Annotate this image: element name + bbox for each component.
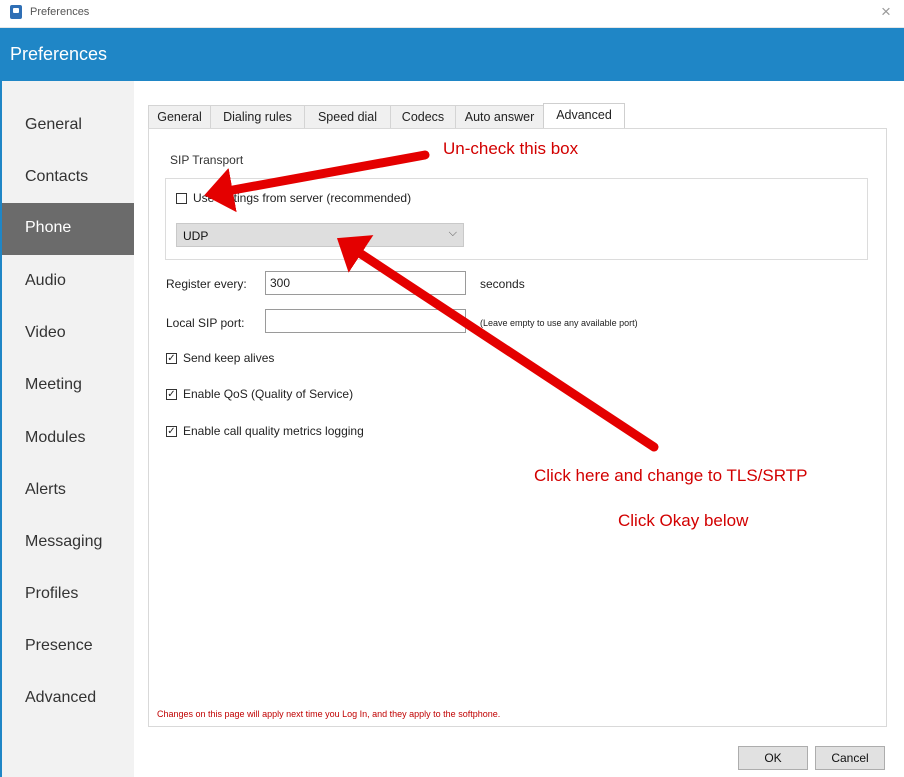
sidebar-item-label: Profiles [25, 585, 79, 602]
register-unit: seconds [480, 277, 525, 291]
call-quality-logging-checkbox[interactable]: ✓ [166, 426, 177, 437]
sidebar-item-general[interactable]: General [2, 100, 134, 152]
sidebar-item-modules[interactable]: Modules [2, 413, 134, 465]
call-quality-logging-label[interactable]: Enable call quality metrics logging [183, 424, 364, 438]
sidebar-item-contacts[interactable]: Contacts [2, 152, 134, 204]
sidebar-item-label: General [25, 116, 82, 133]
tab-dialing-rules[interactable]: Dialing rules [210, 105, 305, 128]
sidebar-item-phone[interactable]: Phone [2, 203, 134, 255]
sidebar-item-label: Presence [25, 637, 93, 654]
sidebar: General Contacts Phone Audio Video Meeti… [0, 81, 134, 777]
tab-speed-dial[interactable]: Speed dial [304, 105, 391, 128]
sidebar-item-label: Advanced [25, 689, 97, 706]
sidebar-item-presence[interactable]: Presence [2, 621, 134, 673]
sidebar-item-audio[interactable]: Audio [2, 256, 134, 308]
sidebar-item-label: Contacts [25, 168, 89, 185]
header-band: Preferences [0, 28, 904, 81]
local-sip-port-label: Local SIP port: [166, 316, 245, 330]
sidebar-item-label: Messaging [25, 533, 103, 550]
qos-label[interactable]: Enable QoS (Quality of Service) [183, 387, 353, 401]
app-icon [10, 5, 22, 19]
page-title: Preferences [10, 44, 108, 64]
use-server-settings-label[interactable]: Use settings from server (recommended) [193, 191, 411, 205]
tab-auto-answer[interactable]: Auto answer [455, 105, 544, 128]
annotation-change: Click here and change to TLS/SRTP [534, 466, 808, 485]
title-bar: Preferences × [0, 0, 904, 28]
use-server-settings-checkbox[interactable] [176, 193, 187, 204]
tab-general[interactable]: General [148, 105, 211, 128]
sidebar-item-messaging[interactable]: Messaging [2, 517, 134, 569]
sidebar-item-meeting[interactable]: Meeting [2, 360, 134, 412]
local-sip-port-hint: (Leave empty to use any available port) [480, 318, 638, 328]
sip-transport-group: Use settings from server (recommended) U… [165, 178, 868, 260]
sidebar-item-label: Modules [25, 429, 86, 446]
tab-advanced[interactable]: Advanced [543, 103, 625, 128]
keep-alives-label[interactable]: Send keep alives [183, 351, 274, 365]
sidebar-item-label: Meeting [25, 376, 82, 393]
sidebar-item-label: Alerts [25, 481, 66, 498]
sidebar-item-video[interactable]: Video [2, 308, 134, 360]
qos-checkbox[interactable]: ✓ [166, 389, 177, 400]
close-icon[interactable]: × [876, 2, 896, 22]
local-sip-port-input[interactable] [265, 309, 466, 333]
transport-select[interactable]: UDP ⌵ [176, 223, 464, 247]
window-title: Preferences [30, 6, 90, 18]
content-area: General Dialing rules Speed dial Codecs … [134, 81, 904, 777]
sidebar-item-label: Video [25, 324, 66, 341]
register-every-input[interactable] [265, 271, 466, 295]
ok-button[interactable]: OK [738, 746, 808, 770]
cancel-button[interactable]: Cancel [815, 746, 885, 770]
sidebar-item-alerts[interactable]: Alerts [2, 465, 134, 517]
sidebar-item-profiles[interactable]: Profiles [2, 569, 134, 621]
sidebar-item-label: Phone [25, 219, 72, 236]
chevron-down-icon: ⌵ [448, 227, 457, 239]
sip-transport-heading: SIP Transport [170, 153, 244, 167]
sidebar-item-advanced[interactable]: Advanced [2, 673, 134, 725]
annotation-uncheck: Un-check this box [443, 139, 579, 158]
keep-alives-checkbox[interactable]: ✓ [166, 353, 177, 364]
apply-note: Changes on this page will apply next tim… [157, 709, 501, 719]
register-every-label: Register every: [166, 277, 247, 291]
transport-value: UDP [183, 229, 209, 243]
sidebar-item-label: Audio [25, 272, 66, 289]
annotation-okay: Click Okay below [618, 511, 749, 530]
tab-codecs[interactable]: Codecs [390, 105, 456, 128]
advanced-panel: SIP Transport Use settings from server (… [148, 128, 887, 727]
